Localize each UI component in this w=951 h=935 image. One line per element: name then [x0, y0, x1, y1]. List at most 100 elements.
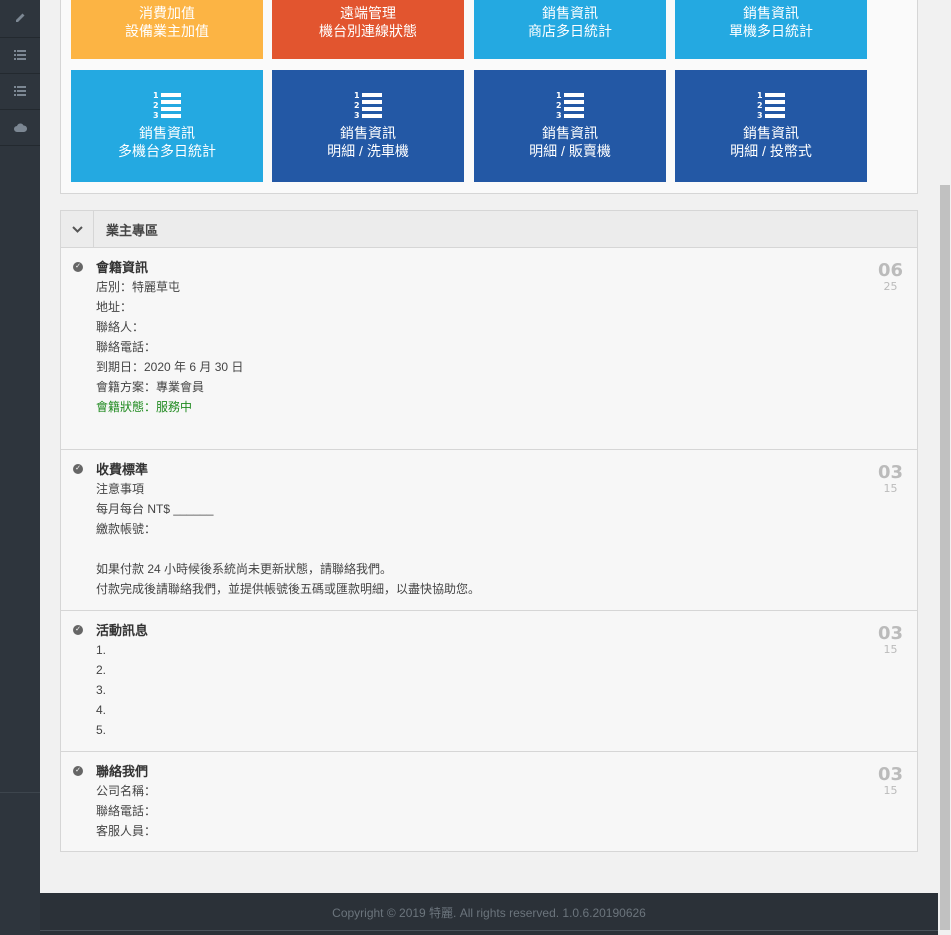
date-month: 15	[883, 482, 898, 495]
check-circle-icon: ✓	[73, 262, 83, 272]
item-title: 收費標準	[96, 462, 149, 477]
tile-line1: 消費加值	[139, 5, 195, 21]
check-circle-icon: ✓	[73, 625, 83, 635]
item-line	[96, 539, 480, 559]
tile-topup[interactable]: 消費加值 設備業主加值	[71, 0, 263, 59]
svg-text:3: 3	[556, 111, 562, 120]
tile-line2: 單機多日統計	[729, 23, 813, 39]
item-line: 地址：	[96, 300, 133, 314]
sidebar-item-list-2[interactable]	[0, 74, 40, 110]
shortcut-tile-panel: 消費加值 設備業主加值 遠端管理 機台別連線狀態 銷售資訊 商店多日統計 銷售資…	[60, 0, 918, 194]
chevron-down-icon	[71, 225, 83, 233]
tile-line2: 明細 / 販賣機	[529, 143, 611, 159]
item-line: 到期日：2020 年 6 月 30 日	[96, 360, 244, 374]
item-line: 繳款帳號：	[96, 522, 157, 536]
svg-text:2: 2	[757, 101, 763, 110]
item-date: 03 15	[878, 766, 903, 798]
date-month: 15	[883, 784, 898, 797]
section-header: 業主專區	[61, 210, 917, 248]
pencil-icon	[15, 12, 26, 26]
date-month: 15	[883, 643, 898, 656]
sidebar-divider	[0, 792, 40, 793]
page-scrollbar[interactable]	[938, 0, 951, 935]
date-day: 03	[877, 764, 903, 785]
footer: Copyright © 2019 特麗. All rights reserved…	[40, 893, 938, 935]
date-day: 06	[877, 260, 903, 281]
tile-line2: 明細 / 洗車機	[327, 143, 409, 159]
list-icon	[14, 85, 26, 99]
tile-detail-coin[interactable]: 1 2 3 銷售資訊 明細 / 投幣式	[675, 70, 867, 182]
item-line: 付款完成後請聯絡我們，並提供帳號後五碼或匯款明細，以盡快協助您。	[96, 582, 481, 596]
item-line: 注意事項	[96, 482, 145, 496]
tile-line1: 銷售資訊	[542, 5, 598, 21]
svg-text:1: 1	[354, 91, 360, 100]
item-date: 03 15	[878, 625, 903, 657]
item-line: 如果付款 24 小時候後系統尚未更新狀態，請聯絡我們。	[96, 562, 393, 576]
ordered-list-icon: 1 2 3	[556, 91, 584, 120]
footer-divider	[40, 930, 938, 931]
tile-line2: 商店多日統計	[528, 23, 612, 39]
tile-line2: 機台別連線狀態	[319, 23, 417, 39]
tile-line2: 設備業主加值	[125, 23, 209, 39]
item-title: 活動訊息	[96, 623, 149, 638]
item-line: 每月每台 NT$ ______	[96, 502, 214, 516]
ordered-list-icon: 1 2 3	[757, 91, 785, 120]
item-line: 4.	[96, 703, 107, 717]
tile-store-multi-day[interactable]: 銷售資訊 商店多日統計	[474, 0, 666, 59]
ordered-list-icon: 1 2 3	[153, 91, 181, 120]
tile-line1: 銷售資訊	[139, 125, 195, 141]
timeline-item-membership: ✓ 會籍資訊 店別：特麗草屯 地址： 聯絡人： 聯絡電話： 到期日：2020 年…	[61, 248, 917, 450]
item-date: 03 15	[878, 464, 903, 496]
item-title: 聯絡我們	[96, 764, 149, 779]
tile-line1: 遠端管理	[340, 5, 396, 21]
item-line: 5.	[96, 723, 107, 737]
list-icon	[14, 49, 26, 63]
svg-text:2: 2	[556, 101, 562, 110]
tile-line1: 銷售資訊	[542, 125, 598, 141]
scrollbar-thumb[interactable]	[940, 185, 950, 930]
svg-text:1: 1	[153, 91, 159, 100]
item-line: 會籍方案：專業會員	[96, 380, 205, 394]
item-line: 聯絡電話：	[96, 804, 157, 818]
svg-text:3: 3	[757, 111, 763, 120]
check-circle-icon: ✓	[73, 464, 83, 474]
sidebar-item-list-1[interactable]	[0, 38, 40, 74]
tile-detail-vending[interactable]: 1 2 3 銷售資訊 明細 / 販賣機	[474, 70, 666, 182]
date-day: 03	[877, 623, 903, 644]
date-day: 03	[877, 462, 903, 483]
tile-line2: 多機台多日統計	[118, 143, 216, 159]
item-line: 店別：特麗草屯	[96, 280, 181, 294]
tile-line1: 銷售資訊	[743, 125, 799, 141]
collapse-button[interactable]	[61, 210, 94, 248]
tile-single-machine-multi-day[interactable]: 銷售資訊 單機多日統計	[675, 0, 867, 59]
item-line: 公司名稱：	[96, 784, 157, 798]
sidebar-item-edit[interactable]	[0, 0, 40, 38]
sidebar	[0, 0, 40, 935]
ordered-list-icon: 1 2 3	[354, 91, 382, 120]
tile-remote-management[interactable]: 遠端管理 機台別連線狀態	[272, 0, 464, 59]
item-line: 3.	[96, 683, 107, 697]
tile-line2: 明細 / 投幣式	[730, 143, 812, 159]
item-line: 聯絡電話：	[96, 340, 157, 354]
membership-status: 會籍狀態：服務中	[96, 400, 193, 414]
item-title: 會籍資訊	[96, 260, 149, 275]
tile-detail-carwash[interactable]: 1 2 3 銷售資訊 明細 / 洗車機	[272, 70, 464, 182]
tile-multi-machine-multi-day[interactable]: 1 2 3 銷售資訊 多機台多日統計	[71, 70, 263, 182]
svg-text:1: 1	[757, 91, 763, 100]
cloud-icon	[13, 121, 27, 135]
sidebar-item-cloud[interactable]	[0, 110, 40, 146]
svg-text:1: 1	[556, 91, 562, 100]
svg-text:3: 3	[354, 111, 360, 120]
timeline-item-fees: ✓ 收費標準 注意事項 每月每台 NT$ ______ 繳款帳號： 如果付款 2…	[61, 450, 917, 611]
item-line: 2.	[96, 663, 107, 677]
svg-text:2: 2	[153, 101, 159, 110]
item-line: 1.	[96, 643, 107, 657]
item-line: 客服人員：	[96, 824, 157, 838]
timeline-item-contact: ✓ 聯絡我們 公司名稱： 聯絡電話： 客服人員： 03 15	[61, 752, 917, 851]
copyright-text: Copyright © 2019 特麗. All rights reserved…	[332, 906, 646, 920]
svg-text:3: 3	[153, 111, 159, 120]
item-line: 聯絡人：	[96, 320, 145, 334]
timeline-item-events: ✓ 活動訊息 1. 2. 3. 4. 5. 03 15	[61, 611, 917, 752]
date-month: 25	[883, 280, 898, 293]
tile-line1: 銷售資訊	[340, 125, 396, 141]
